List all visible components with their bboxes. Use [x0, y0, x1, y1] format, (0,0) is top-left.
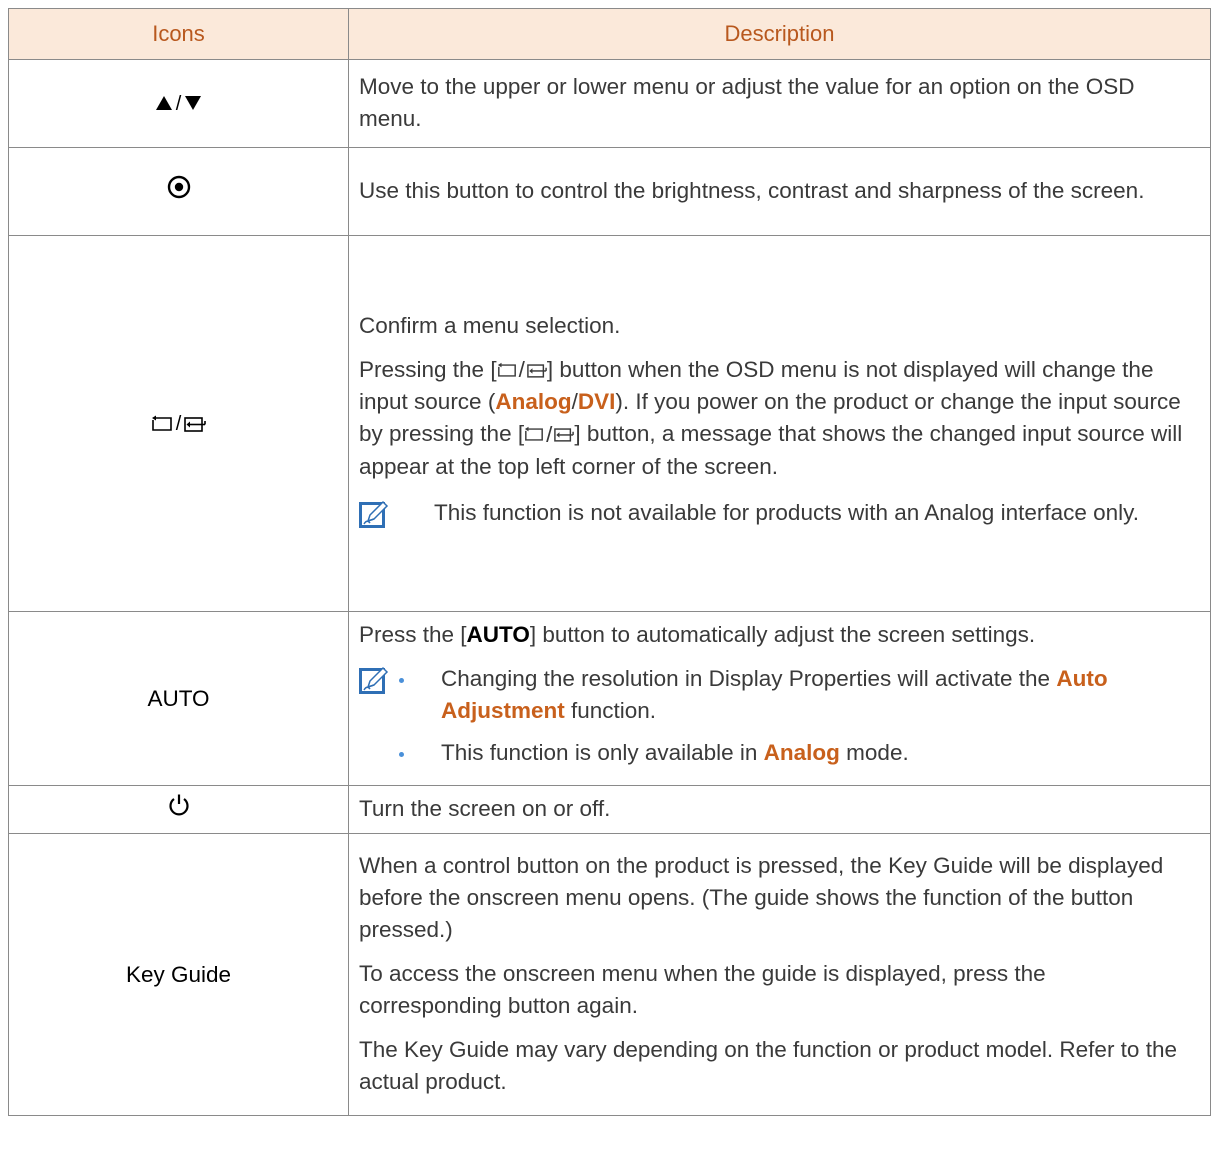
icon-cell-power: [8, 785, 349, 834]
table-row: Turn the screen on or off.: [8, 785, 1211, 834]
desc-text: Move to the upper or lower menu or adjus…: [359, 74, 1135, 131]
desc-text-source: Pressing the [/] button when the OSD men…: [359, 354, 1192, 483]
icon-cell-brightness: [8, 147, 349, 236]
desc-cell-updown: Move to the upper or lower menu or adjus…: [348, 59, 1211, 148]
table-row: Key Guide When a control button on the p…: [8, 833, 1211, 1116]
power-icon: [167, 793, 191, 826]
icon-cell-source: /: [8, 235, 349, 612]
icon-cell-updown: /: [8, 59, 349, 148]
table-row: Use this button to control the brightnes…: [8, 147, 1211, 236]
table-row: / Move to the upper or lower menu or adj…: [8, 59, 1211, 148]
analog-highlight: Analog: [495, 389, 572, 414]
desc-text-auto: Press the [AUTO] button to automatically…: [359, 622, 1036, 647]
dvi-highlight: DVI: [577, 389, 616, 414]
slash-separator: /: [175, 92, 182, 115]
desc-cell-source: Confirm a menu selection. Pressing the […: [348, 235, 1211, 612]
desc-cell-auto: Press the [AUTO] button to automatically…: [348, 611, 1211, 786]
header-description: Description: [348, 8, 1211, 60]
up-triangle-icon: [155, 88, 173, 120]
pencil-note-icon: [359, 499, 389, 529]
icon-cell-keyguide: Key Guide: [8, 833, 349, 1116]
list-item: This function is only available in Analo…: [389, 737, 1192, 769]
desc-cell-brightness: Use this button to control the brightnes…: [348, 147, 1211, 236]
note-block: This function is not available for produ…: [359, 497, 1192, 529]
desc-cell-power: Turn the screen on or off.: [348, 785, 1211, 834]
target-circle-icon: [167, 175, 191, 208]
list-item: Changing the resolution in Display Prope…: [389, 663, 1192, 727]
desc-text: The Key Guide may vary depending on the …: [359, 1037, 1177, 1094]
table-header-row: Icons Description: [8, 8, 1211, 60]
menu-source-icons: /: [151, 408, 207, 440]
menu-source-inline-icons: /: [497, 354, 547, 386]
auto-key: AUTO: [466, 622, 530, 647]
note-bullets: Changing the resolution in Display Prope…: [389, 663, 1192, 769]
header-icons: Icons: [8, 8, 349, 60]
table-row: / Confirm a menu selection. Pressing the…: [8, 235, 1211, 612]
icon-cell-auto: AUTO: [8, 611, 349, 786]
source-icon: [184, 416, 207, 432]
menu-icon: [151, 415, 172, 431]
desc-text-confirm: Confirm a menu selection.: [359, 312, 621, 338]
pencil-note-icon: [359, 665, 389, 695]
desc-text: To access the onscreen menu when the gui…: [359, 961, 1046, 1018]
desc-cell-keyguide: When a control button on the product is …: [348, 833, 1211, 1116]
note-text: This function is not available for produ…: [434, 499, 1139, 525]
down-triangle-icon: [184, 88, 202, 120]
note-block: Changing the resolution in Display Prope…: [359, 663, 1192, 769]
menu-source-inline-icons: /: [524, 419, 575, 451]
icons-description-table: Icons Description / Move to the upper or…: [8, 8, 1211, 1116]
desc-text: When a control button on the product is …: [359, 853, 1164, 942]
desc-text: Use this button to control the brightnes…: [359, 178, 1145, 203]
table-row: AUTO Press the [AUTO] button to automati…: [8, 611, 1211, 786]
desc-text: Turn the screen on or off.: [359, 796, 611, 821]
